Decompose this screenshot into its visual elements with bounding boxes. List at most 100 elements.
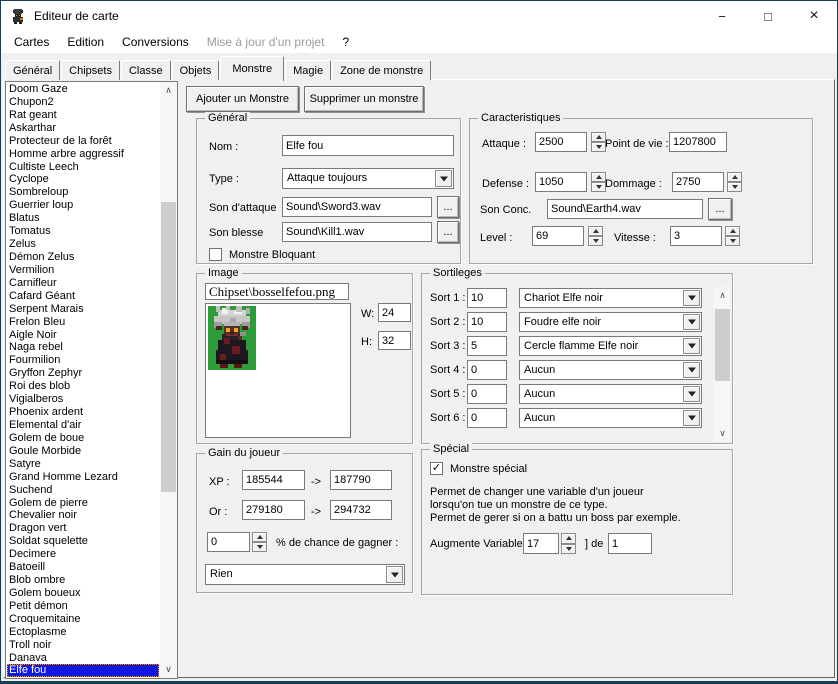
- dropdown-arrow-icon[interactable]: [683, 362, 700, 378]
- chance-spinner[interactable]: [252, 532, 267, 552]
- menu-item[interactable]: Edition: [58, 31, 113, 53]
- list-item[interactable]: Decimere: [7, 548, 159, 561]
- list-item[interactable]: Cultiste Leech: [7, 161, 159, 174]
- list-item[interactable]: Askarthar: [7, 122, 159, 135]
- spin-down-icon[interactable]: [727, 182, 742, 192]
- sortileges-scrollbar[interactable]: ∧ ∨: [714, 287, 731, 442]
- list-item[interactable]: Batoeill: [7, 561, 159, 574]
- dropdown-arrow-icon[interactable]: [386, 566, 403, 583]
- spin-down-icon[interactable]: [591, 182, 606, 192]
- tab[interactable]: Magie: [285, 60, 331, 80]
- list-item[interactable]: Vigialberos: [7, 393, 159, 406]
- dommage-spinner[interactable]: [727, 172, 742, 192]
- browse-son-blesse-button[interactable]: ...: [437, 221, 459, 243]
- list-item[interactable]: Goule Morbide: [7, 445, 159, 458]
- list-item[interactable]: Golem boueux: [7, 587, 159, 600]
- scroll-thumb[interactable]: [161, 202, 176, 492]
- attaque-input[interactable]: [535, 132, 587, 152]
- list-item[interactable]: Chupon2: [7, 96, 159, 109]
- list-item[interactable]: Suchend: [7, 484, 159, 497]
- list-item[interactable]: Blatus: [7, 212, 159, 225]
- list-item[interactable]: Zelus: [7, 238, 159, 251]
- sort-count-input[interactable]: [467, 384, 507, 404]
- list-item[interactable]: Satyre: [7, 458, 159, 471]
- spin-up-icon[interactable]: [591, 132, 606, 142]
- list-item[interactable]: Grand Homme Lezard: [7, 471, 159, 484]
- scroll-down-icon[interactable]: ∨: [714, 425, 731, 442]
- menu-item[interactable]: Mise à jour d'un projet: [198, 31, 334, 53]
- dropdown-arrow-icon[interactable]: [683, 338, 700, 354]
- checkbox-box[interactable]: [209, 248, 222, 261]
- son-blesse-input[interactable]: [282, 222, 432, 242]
- image-path-input[interactable]: [205, 283, 349, 300]
- sort-spell-combo[interactable]: Aucun: [519, 408, 702, 428]
- sort-spell-combo[interactable]: Aucun: [519, 360, 702, 380]
- height-input[interactable]: [378, 331, 411, 350]
- list-item[interactable]: Soldat squelette: [7, 535, 159, 548]
- list-item[interactable]: Rat geant: [7, 109, 159, 122]
- monstre-special-checkbox[interactable]: ✓ Monstre spécial: [430, 462, 527, 475]
- list-item[interactable]: Ectoplasme: [7, 626, 159, 639]
- list-item[interactable]: Guerrier loup: [7, 199, 159, 212]
- spin-down-icon[interactable]: [725, 236, 740, 246]
- xp-to-input[interactable]: [330, 470, 392, 490]
- list-item[interactable]: Gryffon Zephyr: [7, 367, 159, 380]
- sort-count-input[interactable]: [467, 408, 507, 428]
- list-item[interactable]: Carnifleur: [7, 277, 159, 290]
- level-input[interactable]: [532, 226, 584, 246]
- list-item[interactable]: Troll noir: [7, 639, 159, 652]
- list-item[interactable]: Elemental d'air: [7, 419, 159, 432]
- dommage-input[interactable]: [672, 172, 724, 192]
- or-from-input[interactable]: [242, 500, 305, 520]
- list-item[interactable]: Golem de pierre: [7, 497, 159, 510]
- list-item[interactable]: Doom Gaze: [7, 83, 159, 96]
- vitesse-spinner[interactable]: [725, 226, 740, 246]
- spin-down-icon[interactable]: [561, 544, 576, 555]
- list-item[interactable]: Croquemitaine: [7, 613, 159, 626]
- list-item[interactable]: Protecteur de la forêt: [7, 135, 159, 148]
- scroll-thumb[interactable]: [715, 309, 730, 381]
- list-item[interactable]: Dragon vert: [7, 522, 159, 535]
- defense-spinner[interactable]: [591, 172, 606, 192]
- add-monster-button[interactable]: Ajouter un Monstre: [186, 86, 299, 112]
- minimize-button[interactable]: −: [699, 1, 745, 31]
- sort-spell-combo[interactable]: Foudre elfe noir: [519, 312, 702, 332]
- chance-input[interactable]: [207, 532, 250, 552]
- tab[interactable]: Général: [5, 60, 60, 80]
- attaque-spinner[interactable]: [591, 132, 606, 152]
- list-item[interactable]: Démon Zelus: [7, 251, 159, 264]
- dropdown-arrow-icon[interactable]: [683, 290, 700, 306]
- list-item[interactable]: Vermilion: [7, 264, 159, 277]
- monster-list-scrollbar[interactable]: ∧ ∨: [160, 82, 177, 678]
- list-item[interactable]: Homme arbre aggressif: [7, 148, 159, 161]
- sort-count-input[interactable]: [467, 312, 507, 332]
- pv-input[interactable]: [669, 132, 727, 152]
- spin-up-icon[interactable]: [591, 172, 606, 182]
- sort-count-input[interactable]: [467, 360, 507, 380]
- list-item[interactable]: Danava: [7, 652, 159, 665]
- list-item[interactable]: Tomatus: [7, 225, 159, 238]
- list-item[interactable]: Roi des blob: [7, 380, 159, 393]
- remove-monster-button[interactable]: Supprimer un monstre: [304, 86, 424, 112]
- or-to-input[interactable]: [330, 500, 392, 520]
- tab[interactable]: Objets: [172, 60, 220, 80]
- tab[interactable]: Classe: [121, 60, 171, 80]
- close-button[interactable]: ×: [791, 1, 837, 31]
- sort-count-input[interactable]: [467, 288, 507, 308]
- type-combo[interactable]: Attaque toujours: [282, 168, 454, 189]
- tab[interactable]: Chipsets: [61, 60, 120, 80]
- list-item[interactable]: Cafard Géant: [7, 290, 159, 303]
- spin-up-icon[interactable]: [561, 533, 576, 544]
- nom-input[interactable]: [282, 135, 454, 156]
- dropdown-arrow-icon[interactable]: [683, 410, 700, 426]
- xp-from-input[interactable]: [242, 470, 305, 490]
- augmente-variable-input[interactable]: [523, 533, 559, 554]
- checkbox-box[interactable]: ✓: [430, 462, 443, 475]
- list-item[interactable]: Naga rebel: [7, 341, 159, 354]
- spin-down-icon[interactable]: [252, 542, 267, 552]
- drop-combo[interactable]: Rien: [205, 564, 405, 585]
- maximize-button[interactable]: □: [745, 1, 791, 31]
- son-attaque-input[interactable]: [282, 197, 432, 217]
- scroll-up-icon[interactable]: ∧: [714, 287, 731, 304]
- list-item[interactable]: Sombreloup: [7, 186, 159, 199]
